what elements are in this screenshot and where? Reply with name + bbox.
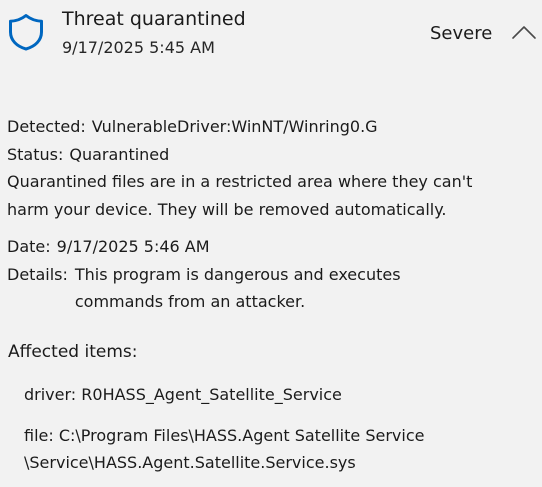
chevron-up-icon[interactable] [510,22,538,42]
detected-value: VulnerableDriver:WinNT/Winring0.G [91,117,378,136]
date-label: Date: [7,237,51,256]
date-value: 9/17/2025 5:46 AM [56,237,210,256]
affected-item-file-line-2: \Service\HASS.Agent.Satellite.Service.sy… [24,453,356,472]
threat-card-header[interactable]: Threat quarantined 9/17/2025 5:45 AM Sev… [0,0,542,70]
shield-icon [9,14,43,51]
threat-details: Detected: VulnerableDriver:WinNT/Winring0… [7,113,537,316]
affected-item-file-line-1: file: C:\Program Files\HASS.Agent Satell… [24,425,425,445]
threat-timestamp: 9/17/2025 5:45 AM [62,38,215,57]
affected-item-file: file: C:\Program Files\HASS.Agent Satell… [24,422,534,477]
status-description: Quarantined files are in a restricted ar… [7,168,537,223]
status-description-line-1: Quarantined files are in a restricted ar… [7,172,473,191]
affected-items-list: driver: R0HASS_Agent_Satellite_Service f… [24,381,534,477]
details-value-line-1: This program is dangerous and executes [74,264,401,284]
detected-row: Detected: VulnerableDriver:WinNT/Winring0… [7,113,537,141]
details-label: Details: [7,264,68,284]
details-value: This program is dangerous and executes c… [68,261,401,316]
date-row: Date: 9/17/2025 5:46 AM [7,233,537,261]
status-label: Status: [7,144,64,164]
detected-label: Detected: [7,117,86,136]
status-value: Quarantined [69,144,170,164]
affected-items-heading: Affected items: [8,342,138,362]
status-description-line-2: harm your device. They will be removed a… [7,199,447,219]
affected-item-driver-line-1: driver: R0HASS_Agent_Satellite_Service [24,385,342,404]
threat-title: Threat quarantined [62,8,246,30]
status-row: Status: Quarantined [7,141,537,169]
severity-label: Severe [430,23,493,44]
affected-item-driver: driver: R0HASS_Agent_Satellite_Service [24,381,534,409]
details-row: Details: This program is dangerous and e… [7,261,537,316]
details-value-line-2: commands from an attacker. [74,292,306,311]
